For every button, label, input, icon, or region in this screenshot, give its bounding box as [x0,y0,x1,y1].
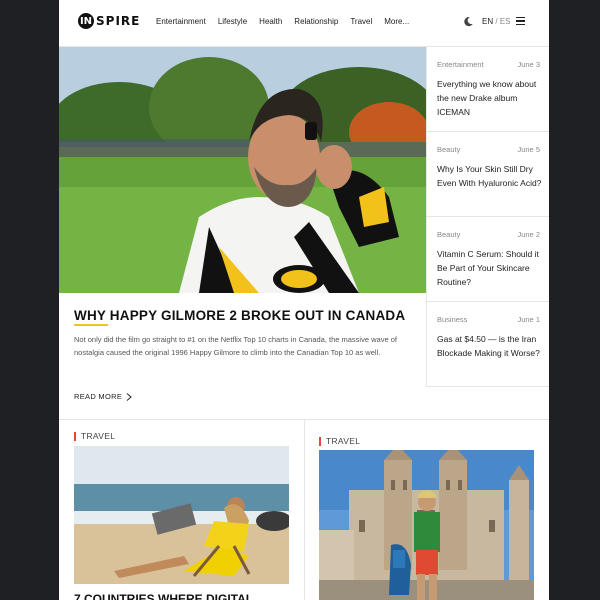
site-header: IN SPIRE Entertainment Lifestyle Health … [59,0,549,47]
lang-en[interactable]: EN [482,17,493,26]
card-image-cathedral[interactable] [319,450,534,600]
card-category-label: TRAVEL [326,436,361,446]
category-marker [74,431,76,441]
article-date: June 3 [517,60,540,69]
sidebar-article[interactable]: Beauty June 5 Why Is Your Skin Still Dry… [427,132,549,217]
nav-item-entertainment[interactable]: Entertainment [156,17,206,26]
article-category: Beauty [437,145,461,154]
sidebar-article[interactable]: Business June 1 Gas at $4.50 — is the Ir… [427,302,549,387]
column-divider [304,420,305,600]
article-title[interactable]: Gas at $4.50 — is the Iran Blockade Maki… [437,332,542,360]
logo-mark: IN [78,13,94,29]
article-date: June 5 [517,145,540,154]
logo-text: SPIRE [96,14,141,28]
language-switcher: EN / ES [482,17,511,26]
card-category[interactable]: TRAVEL [319,436,360,446]
card-category[interactable]: TRAVEL [74,431,115,441]
article-category: Beauty [437,230,461,239]
read-more-link[interactable]: READ MORE [74,392,132,401]
nav-item-relationship[interactable]: Relationship [294,17,338,26]
title-underline [74,324,108,326]
hamburger-menu-icon[interactable] [516,17,525,25]
hero-title[interactable]: WHY HAPPY GILMORE 2 BROKE OUT IN CANADA [74,308,405,323]
nav-item-travel[interactable]: Travel [350,17,372,26]
article-category: Business [437,315,468,324]
nav-item-more[interactable]: More... [384,17,409,26]
read-more-label: READ MORE [74,392,123,401]
card-image-beach[interactable] [74,446,289,584]
sidebar-article[interactable]: Beauty June 2 Vitamin C Serum: Should it… [427,217,549,302]
lang-separator: / [495,17,498,26]
page: IN SPIRE Entertainment Lifestyle Health … [59,0,549,600]
sidebar-article[interactable]: Entertainment June 3 Everything we know … [427,47,549,132]
article-date: June 1 [517,315,540,324]
dark-mode-moon-icon[interactable] [463,16,474,27]
chevron-right-icon [126,392,132,401]
hero-description: Not only did the film go straight to #1 … [74,335,397,357]
main-nav: Entertainment Lifestyle Health Relations… [156,17,421,26]
article-title[interactable]: Why Is Your Skin Still Dry Even With Hya… [437,162,542,190]
category-marker [319,436,321,446]
card-title[interactable]: 7 COUNTRIES WHERE DIGITAL [74,592,253,600]
card-category-label: TRAVEL [81,431,116,441]
article-date: June 2 [517,230,540,239]
sidebar-articles: Entertainment June 3 Everything we know … [426,47,549,387]
article-category: Entertainment [437,60,484,69]
hero-image[interactable] [59,47,426,293]
site-logo[interactable]: IN SPIRE [78,13,140,29]
article-title[interactable]: Everything we know about the new Drake a… [437,77,542,119]
lang-es[interactable]: ES [500,17,511,26]
nav-item-health[interactable]: Health [259,17,282,26]
article-title[interactable]: Vitamin C Serum: Should it Be Part of Yo… [437,247,542,289]
nav-item-lifestyle[interactable]: Lifestyle [218,17,247,26]
